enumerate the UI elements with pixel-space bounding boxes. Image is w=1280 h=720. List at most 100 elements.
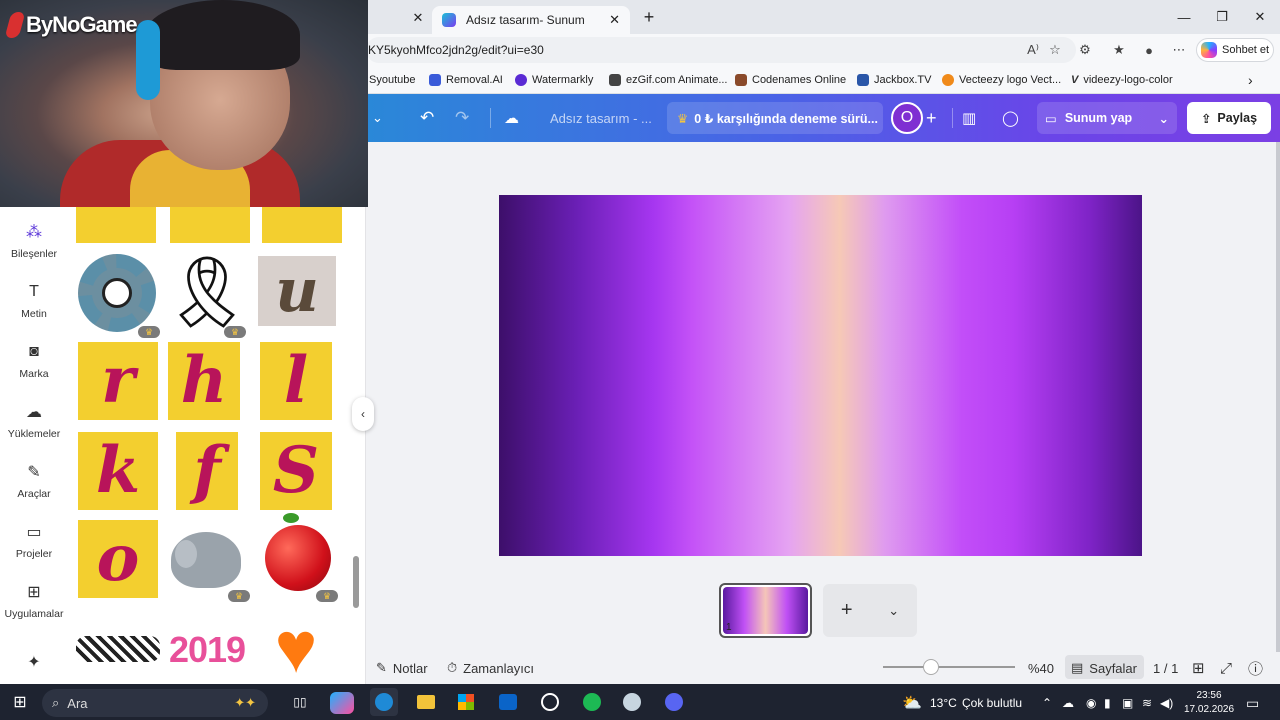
tray-headset-icon[interactable]: ◉ xyxy=(1086,690,1096,716)
chevron-down-icon[interactable]: ⌄ xyxy=(888,603,899,619)
undo-icon[interactable]: ↶ xyxy=(420,102,440,134)
cloud-saved-icon[interactable]: ☁ xyxy=(504,102,524,134)
favorite-star-icon[interactable]: ☆ xyxy=(1044,40,1066,60)
url-field[interactable]: KY5kyohMfco2jdn2g/edit?ui=e30 xyxy=(366,37,1076,63)
profile-icon[interactable]: ● xyxy=(1138,40,1160,60)
slide-canvas[interactable] xyxy=(499,195,1142,556)
comment-icon[interactable]: ◯ xyxy=(1002,102,1024,134)
rail-uploads[interactable]: ☁ Yüklemeler xyxy=(2,402,66,440)
copilot-taskbar-icon[interactable] xyxy=(330,692,354,714)
bookmark-removal[interactable]: Removal.AI xyxy=(429,70,503,90)
redo-icon[interactable]: ↷ xyxy=(455,102,475,134)
add-page-button[interactable]: + ⌄ xyxy=(823,584,917,637)
notifications-icon[interactable]: ▭ xyxy=(1246,690,1259,716)
avatar[interactable]: O xyxy=(891,102,923,134)
letter-sticker[interactable]: h xyxy=(168,342,240,420)
copilot-chat-button[interactable]: Sohbet et xyxy=(1196,38,1274,62)
tab-active[interactable]: Adsız tasarım- Sunum ✕ xyxy=(432,6,630,34)
read-aloud-icon[interactable]: A⁾ xyxy=(1022,40,1044,60)
tray-app-icon[interactable]: ☁ xyxy=(1062,690,1074,716)
windows-start-icon[interactable]: ⊞ xyxy=(8,688,32,716)
outlook-icon[interactable] xyxy=(496,688,520,716)
elephant-sticker[interactable]: ♛ xyxy=(164,522,250,602)
gaming-app-icon[interactable] xyxy=(538,688,562,716)
chevron-down-icon[interactable]: ⌄ xyxy=(1159,111,1169,126)
taskbar-search[interactable]: ⌕ Ara ✦✦ xyxy=(42,689,268,717)
letter-sticker[interactable] xyxy=(76,207,156,243)
help-icon[interactable]: ⓘ xyxy=(1248,657,1263,679)
steam-icon[interactable] xyxy=(620,688,644,716)
zoom-level[interactable]: %40 xyxy=(1028,657,1054,679)
maximize-button[interactable]: ❐ xyxy=(1202,6,1242,28)
workspace-scrollbar[interactable] xyxy=(1276,142,1280,684)
apple-sticker[interactable]: ♛ xyxy=(260,513,338,602)
bookmark-videezy[interactable]: Vvideezy-logo-color xyxy=(1071,70,1173,90)
more-menu-icon[interactable]: ⋯ xyxy=(1168,40,1190,60)
task-view-icon[interactable]: ▯▯ xyxy=(288,688,312,716)
rail-magic[interactable]: ✦ xyxy=(2,652,66,672)
clock[interactable]: 23:56 17.02.2026 xyxy=(1184,689,1234,717)
rail-tools[interactable]: ✎ Araçlar xyxy=(2,462,66,500)
extensions-icon[interactable]: ⚙ xyxy=(1074,40,1096,60)
close-icon[interactable]: ✕ xyxy=(404,6,432,30)
pages-button[interactable]: ▤ Sayfalar xyxy=(1071,657,1137,679)
bookmark-ezgif[interactable]: ezGif.com Animate... xyxy=(609,70,727,90)
letter-sticker[interactable] xyxy=(170,207,250,243)
bookmarks-more-chevron-icon[interactable]: › xyxy=(1248,70,1253,90)
panel-scrollbar[interactable] xyxy=(353,556,359,608)
letter-sticker[interactable] xyxy=(262,207,342,243)
bookmark-codenames[interactable]: Codenames Online xyxy=(735,70,846,90)
trial-upgrade-button[interactable]: ♛ 0 ₺ karşılığında deneme sürü... xyxy=(667,102,883,134)
rail-projects[interactable]: ▭ Projeler xyxy=(2,522,66,560)
weather-temp[interactable]: 13°C xyxy=(930,690,957,716)
edge-taskbar-icon[interactable] xyxy=(370,688,398,716)
add-collaborator-icon[interactable]: + xyxy=(926,102,942,134)
tray-monitor-icon[interactable]: ▣ xyxy=(1122,690,1133,716)
volume-icon[interactable]: ◀) xyxy=(1160,690,1173,716)
file-explorer-icon[interactable] xyxy=(414,688,438,716)
ribbon-sticker[interactable]: 🎗 ♛ xyxy=(163,252,251,338)
notes-button[interactable]: ✎ Notlar xyxy=(376,657,428,679)
rail-brand[interactable]: ◙ Marka xyxy=(2,342,66,380)
gear-sticker[interactable]: ♛ xyxy=(76,252,160,338)
letter-sticker[interactable]: k xyxy=(78,432,158,510)
grid-view-icon[interactable]: ⊞ xyxy=(1192,657,1205,679)
page-thumbnail[interactable]: 1 xyxy=(719,583,812,638)
share-button[interactable]: ⇪ Paylaş xyxy=(1187,102,1271,134)
chevron-down-icon[interactable]: ⌄ xyxy=(372,102,390,134)
store-icon[interactable] xyxy=(454,688,478,716)
letter-sticker[interactable]: o xyxy=(78,520,158,598)
bookmark-vecteezy[interactable]: Vecteezy logo Vect... xyxy=(942,70,1061,90)
zoom-slider-handle[interactable] xyxy=(923,659,939,675)
bookmark-watermarkly[interactable]: Watermarkly xyxy=(515,70,593,90)
present-button[interactable]: ▭ Sunum yap ⌄ xyxy=(1037,102,1177,134)
bookmark-jackbox[interactable]: Jackbox.TV xyxy=(857,70,931,90)
favorites-icon[interactable]: ★ xyxy=(1108,40,1130,60)
rail-text[interactable]: T Metin xyxy=(2,282,66,320)
zoom-slider-track[interactable] xyxy=(883,666,1015,668)
year-sticker[interactable]: 2019 xyxy=(164,628,250,672)
letter-sticker[interactable]: S xyxy=(260,432,332,510)
heart-sticker[interactable]: ♥ xyxy=(256,612,336,684)
minimize-button[interactable]: — xyxy=(1164,6,1204,28)
pattern-stroke-sticker[interactable] xyxy=(76,636,160,662)
letter-sticker[interactable]: l xyxy=(260,342,332,420)
fullscreen-icon[interactable]: ⤢ xyxy=(1220,657,1232,679)
timer-button[interactable]: ⏱ Zamanlayıcı xyxy=(447,657,534,679)
close-icon[interactable]: ✕ xyxy=(609,12,620,28)
wifi-icon[interactable]: ≋ xyxy=(1142,690,1152,716)
bookmark-syoutube[interactable]: Syoutube xyxy=(369,70,415,90)
design-title[interactable]: Adsız tasarım - ... xyxy=(550,102,652,134)
letter-sticker[interactable]: r xyxy=(78,342,158,420)
new-tab-button[interactable]: + xyxy=(638,6,660,28)
letter-u-sticker[interactable]: u xyxy=(258,256,336,326)
tray-chevron-icon[interactable]: ⌃ xyxy=(1042,690,1052,716)
rail-elements[interactable]: ⁂ Bileşenler xyxy=(2,222,66,260)
window-close-button[interactable]: ✕ xyxy=(1240,6,1280,28)
letter-sticker[interactable]: f xyxy=(176,432,238,510)
collapse-panel-button[interactable]: ‹ xyxy=(352,397,374,431)
spotify-icon[interactable] xyxy=(580,688,604,716)
weather-desc[interactable]: Çok bulutlu xyxy=(962,690,1022,716)
rail-apps[interactable]: ⊞ Uygulamalar xyxy=(2,582,66,620)
insights-chart-icon[interactable]: ▥ xyxy=(962,102,984,134)
